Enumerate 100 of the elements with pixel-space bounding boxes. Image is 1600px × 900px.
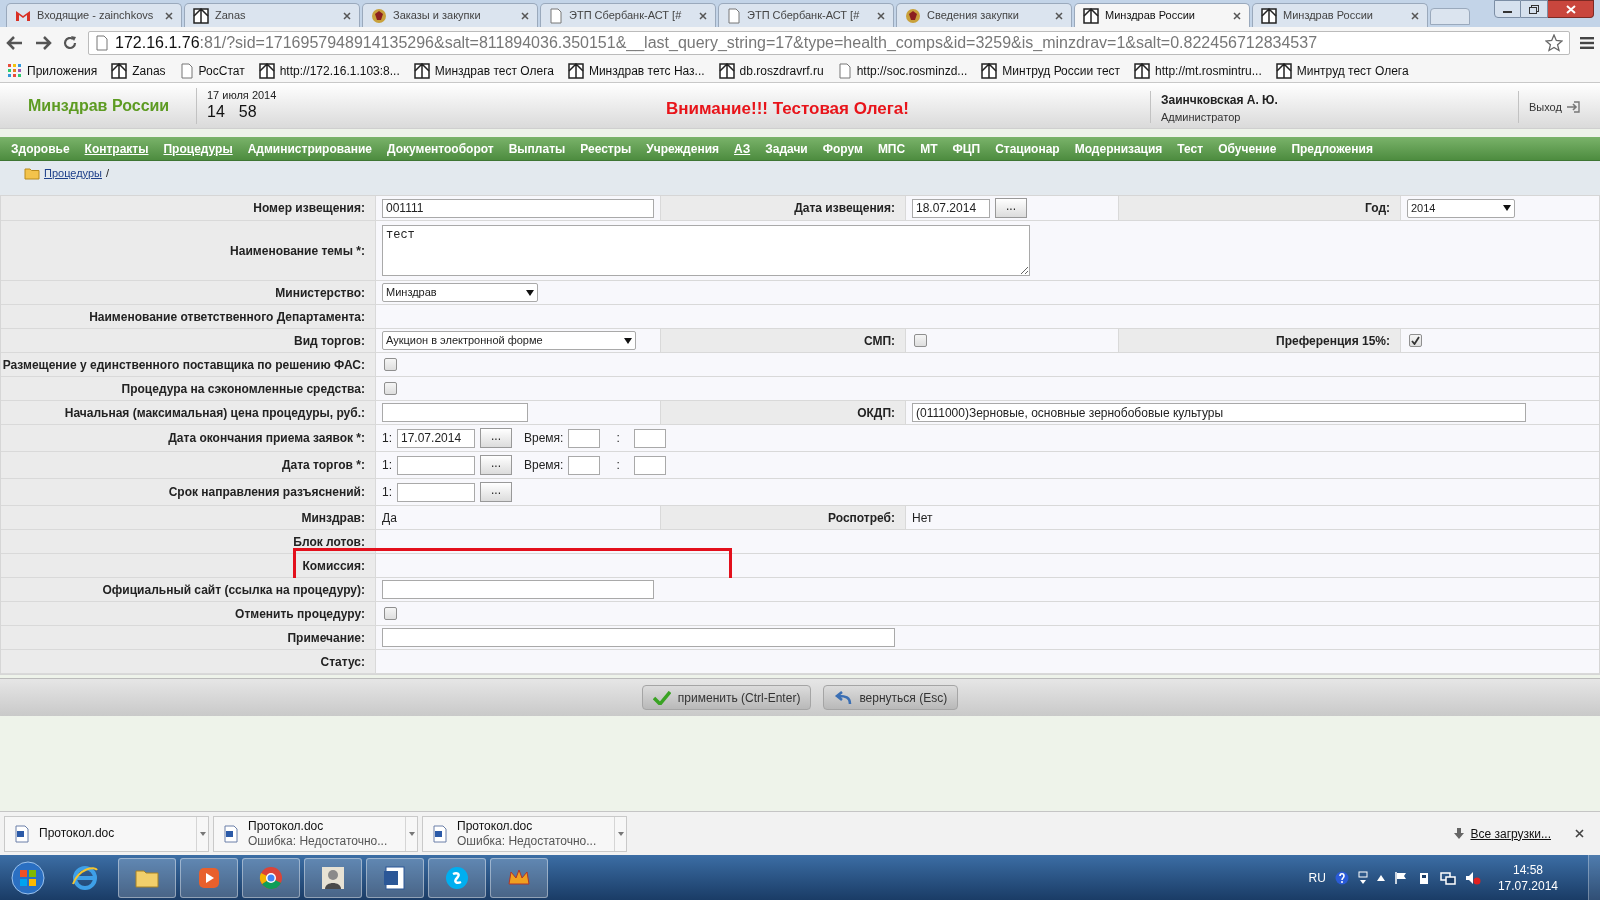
language-indicator[interactable]: RU bbox=[1308, 868, 1326, 887]
taskbar-button[interactable] bbox=[304, 857, 362, 898]
close-icon bbox=[521, 11, 529, 20]
ellipsis-button[interactable]: ... bbox=[480, 455, 512, 475]
minimize-icon bbox=[1503, 11, 1512, 13]
row-number: 1: bbox=[382, 457, 392, 474]
text-field[interactable] bbox=[397, 482, 475, 502]
text-field[interactable] bbox=[568, 428, 601, 448]
caret-icon bbox=[1503, 205, 1511, 211]
bookmark[interactable]: db.roszdravrf.ru bbox=[718, 61, 824, 80]
action-button[interactable]: применить (Ctrl-Enter) bbox=[641, 685, 812, 710]
download-item[interactable]: Протокол.doc bbox=[4, 815, 209, 852]
bookmark[interactable]: Минтруд России тест bbox=[981, 61, 1121, 80]
menu-caret-button[interactable] bbox=[614, 816, 626, 851]
dropdown[interactable]: Аукцион в электронной форме bbox=[382, 331, 636, 350]
browser-tab[interactable]: Минздрав России bbox=[1252, 3, 1428, 27]
download-item[interactable]: Протокол.doc Ошибка: Недостаточно... bbox=[213, 815, 418, 852]
bookmark[interactable]: РосСтат bbox=[179, 61, 245, 80]
taskbar-button[interactable] bbox=[242, 857, 300, 898]
text-field[interactable] bbox=[633, 455, 666, 475]
show-desktop-button[interactable] bbox=[1588, 855, 1600, 900]
browser-tab[interactable]: Заказы и закупки bbox=[362, 3, 538, 27]
bookmark[interactable]: Минздрав тетс Наз... bbox=[567, 61, 705, 80]
ellipsis-button[interactable]: ... bbox=[480, 428, 512, 448]
bookmark[interactable]: Приложения bbox=[8, 61, 98, 80]
page-icon bbox=[549, 7, 563, 24]
text-area[interactable]: тест bbox=[382, 225, 1030, 276]
text-field[interactable] bbox=[568, 455, 601, 475]
text-field[interactable]: 18.07.2014 bbox=[912, 198, 990, 218]
field-label: СМП: bbox=[863, 332, 895, 350]
text-field[interactable]: 001111 bbox=[382, 198, 654, 218]
dropdown[interactable]: 2014 bbox=[1407, 198, 1515, 218]
all-downloads-link[interactable]: Все загрузки... bbox=[1454, 824, 1551, 843]
taskbar-button[interactable] bbox=[428, 857, 486, 898]
speaker-muted-icon bbox=[1464, 870, 1481, 885]
browser-tab[interactable]: Входящие - zainchkovs bbox=[6, 3, 182, 27]
field-label: Наименование темы *: bbox=[230, 242, 365, 260]
ellipsis-button[interactable]: ... bbox=[995, 198, 1027, 218]
text-field[interactable] bbox=[382, 628, 895, 647]
text-field[interactable] bbox=[397, 455, 475, 475]
close-icon[interactable] bbox=[1575, 829, 1584, 838]
browser-tab[interactable]: Zanas bbox=[184, 3, 360, 27]
new-tab-button[interactable] bbox=[1430, 8, 1470, 25]
bookmark[interactable]: http://172.16.1.103:8... bbox=[258, 61, 400, 80]
menu-caret-button[interactable] bbox=[405, 816, 417, 851]
square-logo-icon bbox=[567, 62, 584, 79]
back-icon[interactable] bbox=[6, 35, 24, 51]
checkbox[interactable] bbox=[384, 607, 397, 620]
page-icon bbox=[727, 7, 741, 24]
field-value: Нет bbox=[912, 509, 933, 527]
bookmark[interactable]: Минздрав тест Олега bbox=[413, 61, 554, 80]
ellipsis-button[interactable]: ... bbox=[480, 482, 512, 502]
bookmark[interactable]: http://mt.rosmintru... bbox=[1134, 61, 1262, 80]
user-name: Заинчковская А. Ю. bbox=[1161, 92, 1278, 109]
checkbox[interactable] bbox=[914, 334, 927, 347]
bookmark[interactable]: Минтруд тест Олега bbox=[1275, 61, 1409, 80]
square-logo-icon bbox=[193, 7, 209, 24]
square-logo-icon bbox=[1261, 7, 1277, 24]
text-field[interactable]: 17.07.2014 bbox=[397, 428, 475, 448]
back-arrow-icon bbox=[834, 690, 853, 705]
browser-tab[interactable]: ЭТП Сбербанк-АСТ [# bbox=[718, 3, 894, 27]
restore-button[interactable] bbox=[1521, 0, 1548, 18]
forward-icon[interactable] bbox=[34, 35, 52, 51]
text-field[interactable]: (0111000)Зерновые, основные зернобобовые культуры bbox=[912, 403, 1526, 422]
text-field[interactable] bbox=[382, 580, 654, 599]
taskbar-button[interactable] bbox=[490, 857, 548, 898]
taskbar-button[interactable] bbox=[118, 857, 176, 898]
field-label: Размещение у единственного поставщика по решению ФАС: bbox=[2, 356, 365, 374]
download-item[interactable]: Протокол.doc Ошибка: Недостаточно... bbox=[422, 815, 627, 852]
row-number: 1: bbox=[382, 484, 392, 501]
checkbox[interactable] bbox=[1409, 334, 1422, 347]
field-label: Отменить процедуру: bbox=[235, 605, 365, 623]
browser-tab[interactable]: ЭТП Сбербанк-АСТ [# bbox=[540, 3, 716, 27]
caret-icon bbox=[199, 831, 206, 836]
text-field[interactable] bbox=[633, 428, 666, 448]
browser-tab[interactable]: Минздрав России bbox=[1074, 3, 1250, 27]
bookmark[interactable]: http://soc.rosminzd... bbox=[837, 61, 968, 80]
action-button[interactable]: вернуться (Esc) bbox=[823, 685, 959, 710]
close-button[interactable] bbox=[1548, 0, 1594, 18]
logout-link[interactable]: Выход bbox=[1518, 91, 1580, 123]
dropdown[interactable]: Минздрав bbox=[382, 283, 538, 302]
caret-icon bbox=[408, 831, 415, 836]
taskbar-button[interactable] bbox=[366, 857, 424, 898]
browser-tab[interactable]: Сведения закупки bbox=[896, 3, 1072, 27]
reload-icon[interactable] bbox=[62, 35, 78, 51]
close-icon bbox=[1055, 11, 1063, 20]
breadcrumb-link[interactable]: Процедуры bbox=[44, 164, 102, 182]
checkbox[interactable] bbox=[384, 382, 397, 395]
file-name: Протокол.doc bbox=[39, 826, 116, 841]
text-field[interactable] bbox=[382, 403, 528, 422]
menu-caret-button[interactable] bbox=[196, 816, 208, 851]
field-label: Примечание: bbox=[287, 629, 365, 647]
minimize-button[interactable] bbox=[1494, 0, 1521, 18]
address-field[interactable]: 172.16.1.76:81/?sid=1716957948914135296&salt=811894036.350151&__last_query_string=17&type=health_comps&id=3259&is_minzdrav=1&salt=0.822456712834537 bbox=[88, 31, 1570, 55]
bookmark[interactable]: Zanas bbox=[111, 61, 166, 80]
time-separator: : bbox=[616, 430, 620, 447]
checkbox[interactable] bbox=[384, 358, 397, 371]
menu-icon[interactable] bbox=[1580, 37, 1594, 49]
user-role: Администратор bbox=[1161, 110, 1242, 125]
taskbar-button[interactable] bbox=[180, 857, 238, 898]
